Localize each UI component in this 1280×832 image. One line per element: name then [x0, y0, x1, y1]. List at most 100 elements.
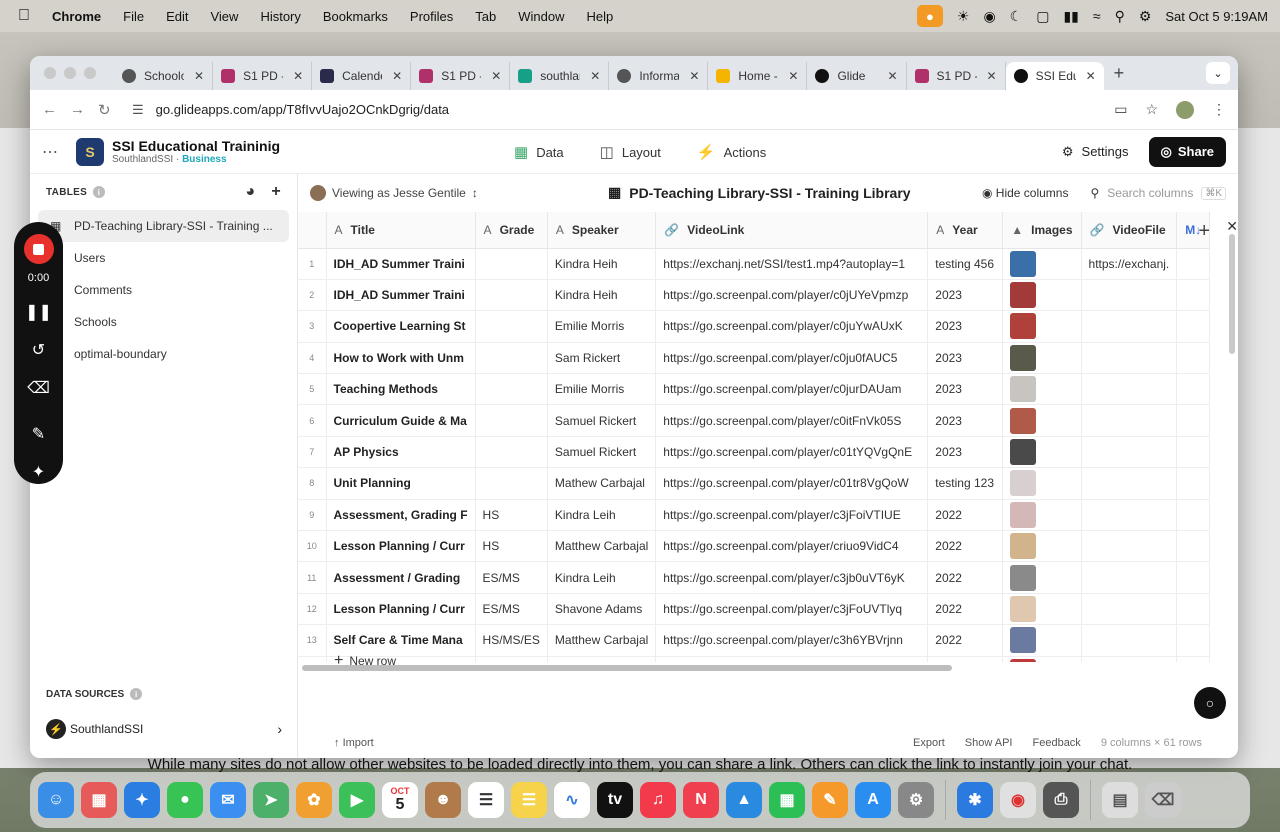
tab-close-icon[interactable]: ✕: [689, 69, 699, 83]
wifi-icon[interactable]: ≈: [1093, 8, 1101, 24]
videofile-cell[interactable]: [1081, 310, 1178, 343]
row-number-cell[interactable]: 1: [298, 248, 327, 280]
tab-close-icon[interactable]: ✕: [1086, 69, 1096, 83]
grade-cell[interactable]: HS: [475, 499, 548, 532]
images-cell[interactable]: [1002, 404, 1082, 437]
images-cell[interactable]: [1002, 593, 1082, 626]
tab-close-icon[interactable]: ✕: [788, 69, 798, 83]
menu-help[interactable]: Help: [587, 9, 614, 24]
close-window-button[interactable]: [44, 67, 56, 79]
import-button[interactable]: ↑ Import: [334, 737, 374, 749]
apps-grid-icon[interactable]: ⋯: [42, 142, 68, 162]
share-button[interactable]: ◎ Share: [1148, 136, 1226, 167]
grade-cell[interactable]: HS: [475, 530, 548, 563]
add-column-button[interactable]: +: [1198, 220, 1210, 243]
news-icon[interactable]: N: [683, 782, 719, 818]
browser-tab[interactable]: Schoolo ✕: [114, 62, 214, 90]
speaker-cell[interactable]: Kindra Leih: [547, 561, 657, 594]
printer-icon[interactable]: ⎙: [1043, 782, 1079, 818]
table-row[interactable]: 11 Assessment / Grading ES/MS Kindra Leih ht…: [298, 561, 1211, 594]
zoom-window-button[interactable]: [84, 67, 96, 79]
speaker-cell[interactable]: Matthew Carbajal: [547, 624, 657, 657]
markdown-cell[interactable]: [1176, 342, 1211, 375]
maps-icon[interactable]: ➤: [253, 782, 289, 818]
row-number-cell[interactable]: 6: [298, 404, 327, 437]
window-icon[interactable]: ▢: [1036, 8, 1049, 25]
images-cell[interactable]: [1002, 279, 1082, 312]
year-cell[interactable]: 2023: [927, 342, 1004, 375]
close-icon[interactable]: ✕: [1226, 218, 1238, 235]
menu-app-name[interactable]: Chrome: [52, 9, 101, 24]
grade-cell[interactable]: [475, 373, 548, 406]
videolink-cell[interactable]: https://go.screenpal.com/player/c01tr8Vg…: [655, 467, 929, 500]
tab-close-icon[interactable]: ✕: [590, 69, 600, 83]
image-thumbnail[interactable]: [1010, 627, 1037, 654]
videolink-cell[interactable]: https://go.screenpal.com/player/c0jurDAU…: [655, 373, 929, 406]
speaker-cell[interactable]: Kindra Heih: [547, 279, 657, 312]
browser-tab[interactable]: S1 PD - T ✕: [907, 62, 1006, 90]
back-icon[interactable]: ←: [42, 101, 70, 118]
speaker-cell[interactable]: Mathew Carbajal: [547, 467, 657, 500]
show-api-button[interactable]: Show API: [965, 737, 1013, 749]
profile-avatar[interactable]: [1176, 100, 1194, 119]
browser-tab-active[interactable]: SSI Educ ✕: [1005, 62, 1104, 90]
stop-recording-button[interactable]: [23, 234, 54, 264]
brightness-icon[interactable]: ☀: [957, 8, 970, 25]
downloads-stack-icon[interactable]: ▤: [1102, 782, 1138, 818]
image-thumbnail[interactable]: [1010, 595, 1037, 622]
menu-tab[interactable]: Tab: [475, 9, 496, 24]
messages-icon[interactable]: ●: [167, 782, 203, 818]
grade-cell[interactable]: [475, 436, 548, 469]
sidebar-item-training-library[interactable]: ▦ PD-Teaching Library-SSI - Training ...: [38, 210, 289, 242]
search-icon[interactable]: ⚲: [1115, 8, 1125, 25]
videolink-cell[interactable]: https://go.screenpal.com/player/criuo9Vi…: [655, 530, 929, 563]
table-row[interactable]: 6 Curriculum Guide & Ma Samuel Rickert http…: [298, 404, 1211, 437]
system-settings-icon[interactable]: ⚙: [898, 782, 934, 818]
app-store-icon[interactable]: A: [855, 782, 891, 818]
table-row[interactable]: 1 IDH_AD Summer Traini Kindra Heih https://…: [298, 248, 1211, 280]
safari-icon[interactable]: ✦: [124, 782, 160, 818]
videolink-cell[interactable]: https://go.screenpal.com/player/c0ju0fAU…: [655, 342, 929, 375]
tab-close-icon[interactable]: ✕: [491, 69, 501, 83]
year-cell[interactable]: 2022: [927, 499, 1004, 532]
magic-wand-icon[interactable]: ✦: [32, 462, 45, 482]
restart-icon[interactable]: ↺: [32, 340, 45, 360]
table-row[interactable]: 2 IDH_AD Summer Traini Kindra Heih https://…: [298, 279, 1211, 312]
table-row[interactable]: 13 Self Care & Time Mana HS/MS/ES Matthew C…: [298, 624, 1211, 657]
browser-menu-icon[interactable]: ⋮: [1212, 101, 1226, 118]
videofile-cell[interactable]: https://exchanj.: [1081, 248, 1178, 280]
sidebar-item-schools[interactable]: Schools: [38, 306, 289, 338]
year-cell[interactable]: 2022: [927, 624, 1004, 657]
image-thumbnail[interactable]: [1010, 439, 1037, 466]
markdown-cell[interactable]: [1176, 404, 1211, 437]
table-row[interactable]: 3 Coopertive Learning St Emilie Morris http…: [298, 310, 1211, 343]
bookmark-star-icon[interactable]: ☆: [1145, 101, 1158, 118]
markdown-cell[interactable]: [1176, 279, 1211, 312]
markdown-cell[interactable]: [1176, 593, 1211, 626]
image-thumbnail[interactable]: [1010, 376, 1037, 403]
reload-icon[interactable]: ↻: [98, 101, 126, 119]
year-cell[interactable]: 2023: [927, 279, 1004, 312]
column-header-title[interactable]: A Title: [326, 212, 476, 249]
images-cell[interactable]: [1002, 373, 1082, 406]
freeform-icon[interactable]: ∿: [554, 782, 590, 818]
tab-close-icon[interactable]: ✕: [194, 69, 204, 83]
sidebar-item-users[interactable]: Users: [38, 242, 289, 274]
menu-view[interactable]: View: [210, 9, 238, 24]
finder-icon[interactable]: ☺: [38, 782, 74, 818]
trash-icon[interactable]: ⌫: [27, 378, 50, 398]
menubar-datetime[interactable]: Sat Oct 5 9:19AM: [1165, 9, 1268, 24]
row-number-cell[interactable]: 7: [298, 436, 327, 469]
info-icon[interactable]: i: [93, 186, 106, 198]
image-thumbnail[interactable]: [1010, 282, 1037, 309]
row-number-cell[interactable]: 12: [298, 593, 327, 626]
microphone-icon[interactable]: ●: [916, 5, 943, 27]
grade-cell[interactable]: [475, 467, 548, 500]
speaker-cell[interactable]: Sam Rickert: [547, 342, 657, 375]
speaker-cell[interactable]: Emilie Morris: [547, 373, 657, 406]
title-cell[interactable]: Assessment / Grading: [326, 561, 476, 594]
title-cell[interactable]: Teaching Methods: [326, 373, 476, 406]
reminders-icon[interactable]: ☰: [468, 782, 504, 818]
table-row[interactable]: 12 Lesson Planning / Curr ES/MS Shavone Ada…: [298, 593, 1211, 626]
image-thumbnail[interactable]: [1010, 564, 1037, 591]
